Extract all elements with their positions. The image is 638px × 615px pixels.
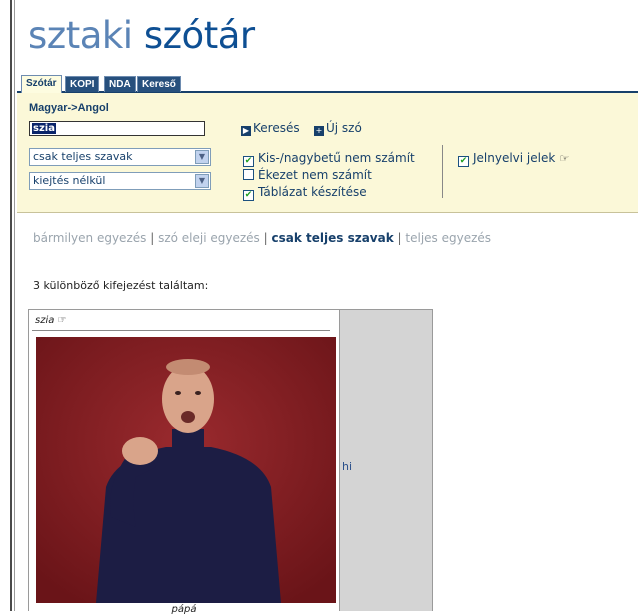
search-panel: Magyar->Angol szia csak teljes szavak ▼ …	[17, 93, 638, 213]
filter-separator: |	[150, 231, 155, 245]
sign-language-label: Jelnyelvi jelek	[473, 151, 556, 165]
sign-language-checkbox[interactable]: ✔ Jelnyelvi jelek ☞	[458, 151, 569, 167]
make-table-checkbox[interactable]: ✔ Táblázat készítése	[243, 185, 367, 201]
search-input[interactable]: szia	[29, 121, 205, 136]
match-mode-select[interactable]: csak teljes szavak ▼	[29, 148, 211, 166]
result-target-cell	[339, 310, 432, 611]
result-source-cell: szia ☞ pápá	[32, 313, 336, 615]
direction-label[interactable]: Magyar->Angol	[29, 102, 109, 114]
chevron-down-icon[interactable]: ▼	[195, 150, 209, 164]
hand-sign-icon: ☞	[57, 315, 67, 326]
result-translation-link[interactable]: hi	[342, 460, 352, 473]
left-border	[10, 0, 12, 611]
checkbox-checked-icon[interactable]: ✔	[243, 156, 254, 167]
checkbox-checked-icon[interactable]: ✔	[243, 190, 254, 201]
sign-language-video[interactable]	[36, 337, 336, 603]
video-caption: pápá	[171, 604, 197, 615]
search-button-label: Keresés	[253, 121, 300, 135]
case-insensitive-checkbox[interactable]: ✔ Kis-/nagybetű nem számít	[243, 151, 415, 167]
pronunciation-value: kiejtés nélkül	[33, 174, 106, 187]
new-word-label: Új szó	[326, 121, 362, 135]
filter-whole-words-link[interactable]: csak teljes szavak	[272, 231, 394, 245]
filter-any-link[interactable]: bármilyen egyezés	[33, 231, 146, 245]
logo-part-sztaki: sztaki	[28, 14, 144, 57]
tab-kereso[interactable]: Kereső	[137, 76, 181, 92]
make-table-label: Táblázat készítése	[258, 185, 367, 199]
play-icon: ▶	[241, 126, 251, 136]
case-insensitive-label: Kis-/nagybetű nem számít	[258, 151, 415, 165]
tab-kopi[interactable]: KOPI	[65, 76, 100, 92]
accent-insensitive-checkbox[interactable]: Ékezet nem számít	[243, 168, 372, 182]
results-summary: 3 különböző kifejezést találtam:	[33, 279, 209, 292]
checkbox-checked-icon[interactable]: ✔	[458, 156, 469, 167]
checkbox-empty-icon[interactable]	[243, 169, 254, 180]
word-divider	[32, 330, 330, 331]
tab-szotar[interactable]: Szótár	[21, 75, 62, 93]
tab-bar: Szótár KOPI NDA Kereső	[17, 74, 638, 93]
chevron-down-icon[interactable]: ▼	[195, 174, 209, 188]
site-logo[interactable]: sztaki szótár	[28, 14, 255, 58]
new-word-button[interactable]: + Új szó	[314, 121, 362, 136]
match-mode-value: csak teljes szavak	[33, 150, 133, 163]
logo-part-szotar: szótár	[143, 14, 255, 57]
signer-image	[36, 337, 336, 603]
left-border-inner	[14, 0, 15, 611]
hand-sign-icon: ☞	[559, 152, 570, 165]
filter-separator: |	[397, 231, 402, 245]
pronunciation-select[interactable]: kiejtés nélkül ▼	[29, 172, 211, 190]
plus-icon: +	[314, 126, 324, 136]
filter-exact-link[interactable]: teljes egyezés	[405, 231, 491, 245]
search-button[interactable]: ▶ Keresés	[241, 121, 300, 136]
options-divider	[442, 145, 443, 198]
search-input-value: szia	[32, 123, 56, 134]
filter-separator: |	[263, 231, 268, 245]
tab-nda[interactable]: NDA	[104, 76, 136, 92]
result-word-text: szia	[35, 315, 55, 326]
match-filter-links: bármilyen egyezés | szó eleji egyezés | …	[33, 231, 491, 245]
accent-insensitive-label: Ékezet nem számít	[258, 168, 372, 182]
result-word[interactable]: szia ☞	[35, 315, 67, 326]
filter-word-start-link[interactable]: szó eleji egyezés	[158, 231, 260, 245]
results-table: szia ☞ pápá	[28, 309, 433, 615]
